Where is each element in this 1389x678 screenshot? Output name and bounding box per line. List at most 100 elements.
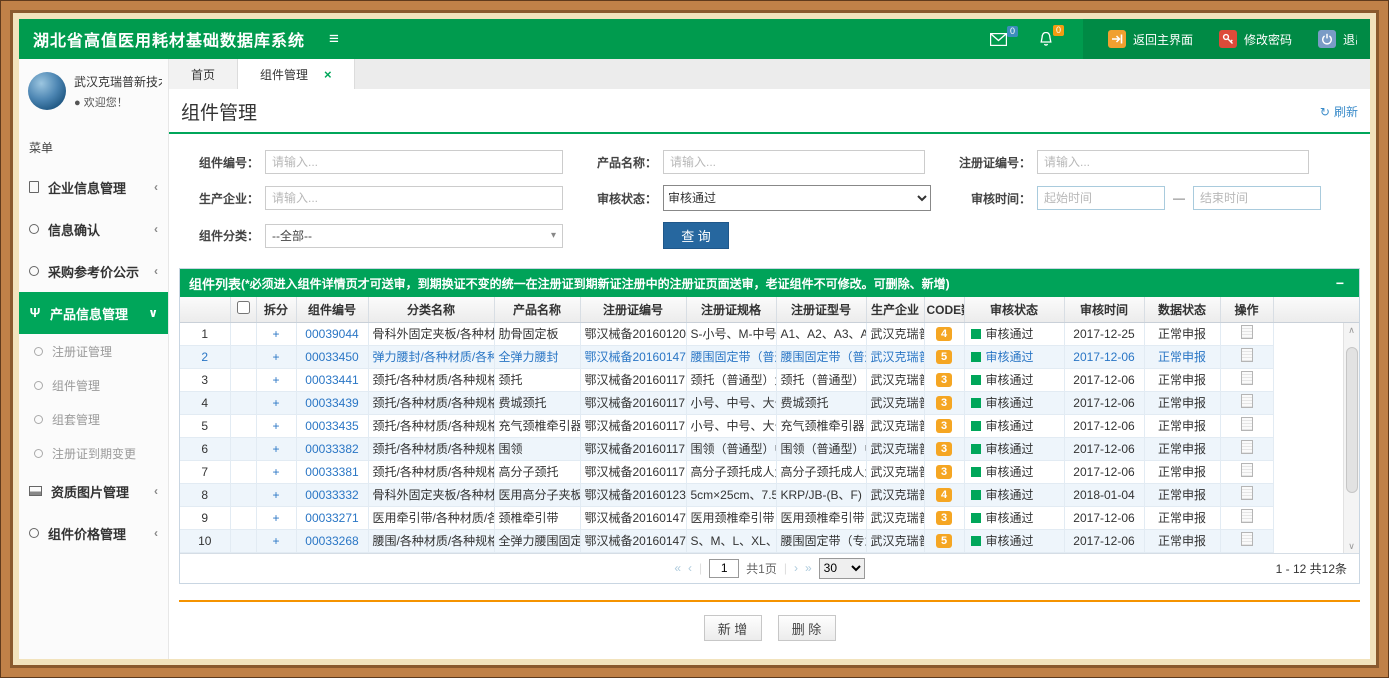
table-row[interactable]: 10+00033268腰围/各种材质/各种规格全弹力腰围固定带鄂汉械备20160…: [180, 529, 1359, 552]
sidebar-item-label: 组件价格管理: [48, 524, 126, 543]
select-all-checkbox[interactable]: [237, 301, 250, 314]
scrollbar-thumb[interactable]: [1346, 347, 1358, 493]
collapse-panel-icon[interactable]: −: [1330, 275, 1350, 291]
welcome-text: ● 欢迎您！: [74, 97, 128, 109]
document-icon[interactable]: [1241, 348, 1253, 362]
component-code-link[interactable]: 00039044: [296, 322, 368, 345]
close-tab-icon[interactable]: ×: [324, 67, 332, 82]
split-link[interactable]: +: [256, 391, 296, 414]
document-icon[interactable]: [1241, 325, 1253, 339]
sidebar-item-2[interactable]: 采购参考价公示‹: [19, 250, 168, 292]
split-link[interactable]: +: [256, 460, 296, 483]
next-page-icon[interactable]: ›: [794, 561, 798, 575]
tab-component-management[interactable]: 组件管理 ×: [238, 59, 355, 89]
component-code-input[interactable]: [265, 150, 563, 174]
document-icon[interactable]: [1241, 486, 1253, 500]
table-row[interactable]: 2+00033450弹力腰封/各种材质/各种全弹力腰封鄂汉械备20160147腰…: [180, 345, 1359, 368]
component-code-link[interactable]: 00033332: [296, 483, 368, 506]
reg-cert-no-input[interactable]: [1037, 150, 1309, 174]
table-row[interactable]: 4+00033439颈托/各种材质/各种规格费城颈托鄂汉械备20160117小号…: [180, 391, 1359, 414]
first-page-icon[interactable]: «: [674, 561, 681, 575]
table-row[interactable]: 9+00033271医用牵引带/各种材质/各颈椎牵引带鄂汉械备20160147医…: [180, 506, 1359, 529]
operation[interactable]: [1220, 414, 1273, 437]
sidebar-subitem-3-3[interactable]: 注册证到期变更: [19, 436, 168, 470]
operation[interactable]: [1220, 529, 1273, 552]
change-password-button[interactable]: 修改密码: [1219, 30, 1292, 48]
document-icon[interactable]: [1241, 371, 1253, 385]
table-row[interactable]: 6+00033382颈托/各种材质/各种规格围领鄂汉械备20160117围领（普…: [180, 437, 1359, 460]
delete-button[interactable]: 删 除: [778, 615, 836, 641]
split-link[interactable]: +: [256, 322, 296, 345]
table-row[interactable]: 7+00033381颈托/各种材质/各种规格高分子颈托鄂汉械备20160117高…: [180, 460, 1359, 483]
split-link[interactable]: +: [256, 483, 296, 506]
start-date-input[interactable]: [1037, 186, 1165, 210]
split-link[interactable]: +: [256, 506, 296, 529]
table-header-row: 拆分组件编号分类名称产品名称注册证编号注册证规格注册证型号生产企业CODE数审核…: [180, 297, 1359, 322]
split-link[interactable]: +: [256, 529, 296, 552]
document-icon[interactable]: [1241, 417, 1253, 431]
table-row[interactable]: 5+00033435颈托/各种材质/各种规格充气颈椎牵引器鄂汉械备2016011…: [180, 414, 1359, 437]
data-status: 正常申报: [1144, 460, 1220, 483]
avatar[interactable]: [28, 72, 66, 110]
sidebar-item-0[interactable]: 企业信息管理‹: [19, 166, 168, 208]
sidebar-subitem-3-2[interactable]: 组套管理: [19, 402, 168, 436]
component-code-link[interactable]: 00033381: [296, 460, 368, 483]
table-row[interactable]: 3+00033441颈托/各种材质/各种规格颈托鄂汉械备20160117颈托（普…: [180, 368, 1359, 391]
operation[interactable]: [1220, 368, 1273, 391]
document-icon[interactable]: [1241, 463, 1253, 477]
page-size-select[interactable]: 30: [819, 558, 865, 579]
sidebar-item-4[interactable]: 资质图片管理‹: [19, 470, 168, 512]
split-link[interactable]: +: [256, 414, 296, 437]
scroll-down-icon[interactable]: ∨: [1348, 539, 1355, 553]
mail-icon[interactable]: 0: [990, 33, 1007, 46]
component-code-link[interactable]: 00033450: [296, 345, 368, 368]
last-page-icon[interactable]: »: [805, 561, 812, 575]
document-icon[interactable]: [1241, 440, 1253, 454]
component-code-link[interactable]: 00033271: [296, 506, 368, 529]
sidebar-subitem-3-1[interactable]: 组件管理: [19, 368, 168, 402]
refresh-button[interactable]: ↻ 刷新: [1320, 103, 1358, 120]
operation[interactable]: [1220, 322, 1273, 345]
category-name: 颈托/各种材质/各种规格: [368, 414, 494, 437]
component-code-link[interactable]: 00033441: [296, 368, 368, 391]
scroll-up-icon[interactable]: ∧: [1348, 323, 1355, 337]
document-icon[interactable]: [1241, 532, 1253, 546]
component-code-link[interactable]: 00033268: [296, 529, 368, 552]
table-row[interactable]: 1+00039044骨科外固定夹板/各种材质肋骨固定板鄂汉械备20160120S…: [180, 322, 1359, 345]
sidebar-item-3[interactable]: Ψ产品信息管理∨: [19, 292, 168, 334]
tab-home[interactable]: 首页: [169, 59, 238, 89]
return-home-button[interactable]: 返回主界面: [1108, 30, 1193, 48]
bell-icon[interactable]: 0: [1039, 32, 1053, 47]
audit-status: 审核通过: [964, 368, 1064, 391]
component-code-link[interactable]: 00033435: [296, 414, 368, 437]
vertical-scrollbar[interactable]: ∧ ∨: [1343, 323, 1359, 553]
manufacturer-input[interactable]: [265, 186, 563, 210]
table-row[interactable]: 8+00033332骨科外固定夹板/各种材质医用高分子夹板鄂汉械备2016012…: [180, 483, 1359, 506]
logout-button[interactable]: 退出: [1318, 30, 1357, 48]
add-button[interactable]: 新 增: [704, 615, 762, 641]
hamburger-menu-icon[interactable]: ≡: [329, 29, 339, 49]
component-code-link[interactable]: 00033439: [296, 391, 368, 414]
operation[interactable]: [1220, 345, 1273, 368]
operation[interactable]: [1220, 391, 1273, 414]
split-link[interactable]: +: [256, 345, 296, 368]
split-link[interactable]: +: [256, 437, 296, 460]
document-icon[interactable]: [1241, 394, 1253, 408]
query-button[interactable]: 查 询: [663, 222, 729, 249]
page-number-input[interactable]: [709, 559, 739, 578]
audit-status-select[interactable]: 审核通过: [663, 185, 931, 211]
document-icon[interactable]: [1241, 509, 1253, 523]
sidebar-subitem-3-0[interactable]: 注册证管理: [19, 334, 168, 368]
prev-page-icon[interactable]: ‹: [688, 561, 692, 575]
sidebar-item-1[interactable]: 信息确认‹: [19, 208, 168, 250]
operation[interactable]: [1220, 506, 1273, 529]
operation[interactable]: [1220, 437, 1273, 460]
operation[interactable]: [1220, 483, 1273, 506]
component-code-link[interactable]: 00033382: [296, 437, 368, 460]
product-name-input[interactable]: [663, 150, 925, 174]
end-date-input[interactable]: [1193, 186, 1321, 210]
split-link[interactable]: +: [256, 368, 296, 391]
component-category-combo[interactable]: --全部-- ▾: [265, 224, 563, 248]
operation[interactable]: [1220, 460, 1273, 483]
sidebar-item-5[interactable]: 组件价格管理‹: [19, 512, 168, 554]
